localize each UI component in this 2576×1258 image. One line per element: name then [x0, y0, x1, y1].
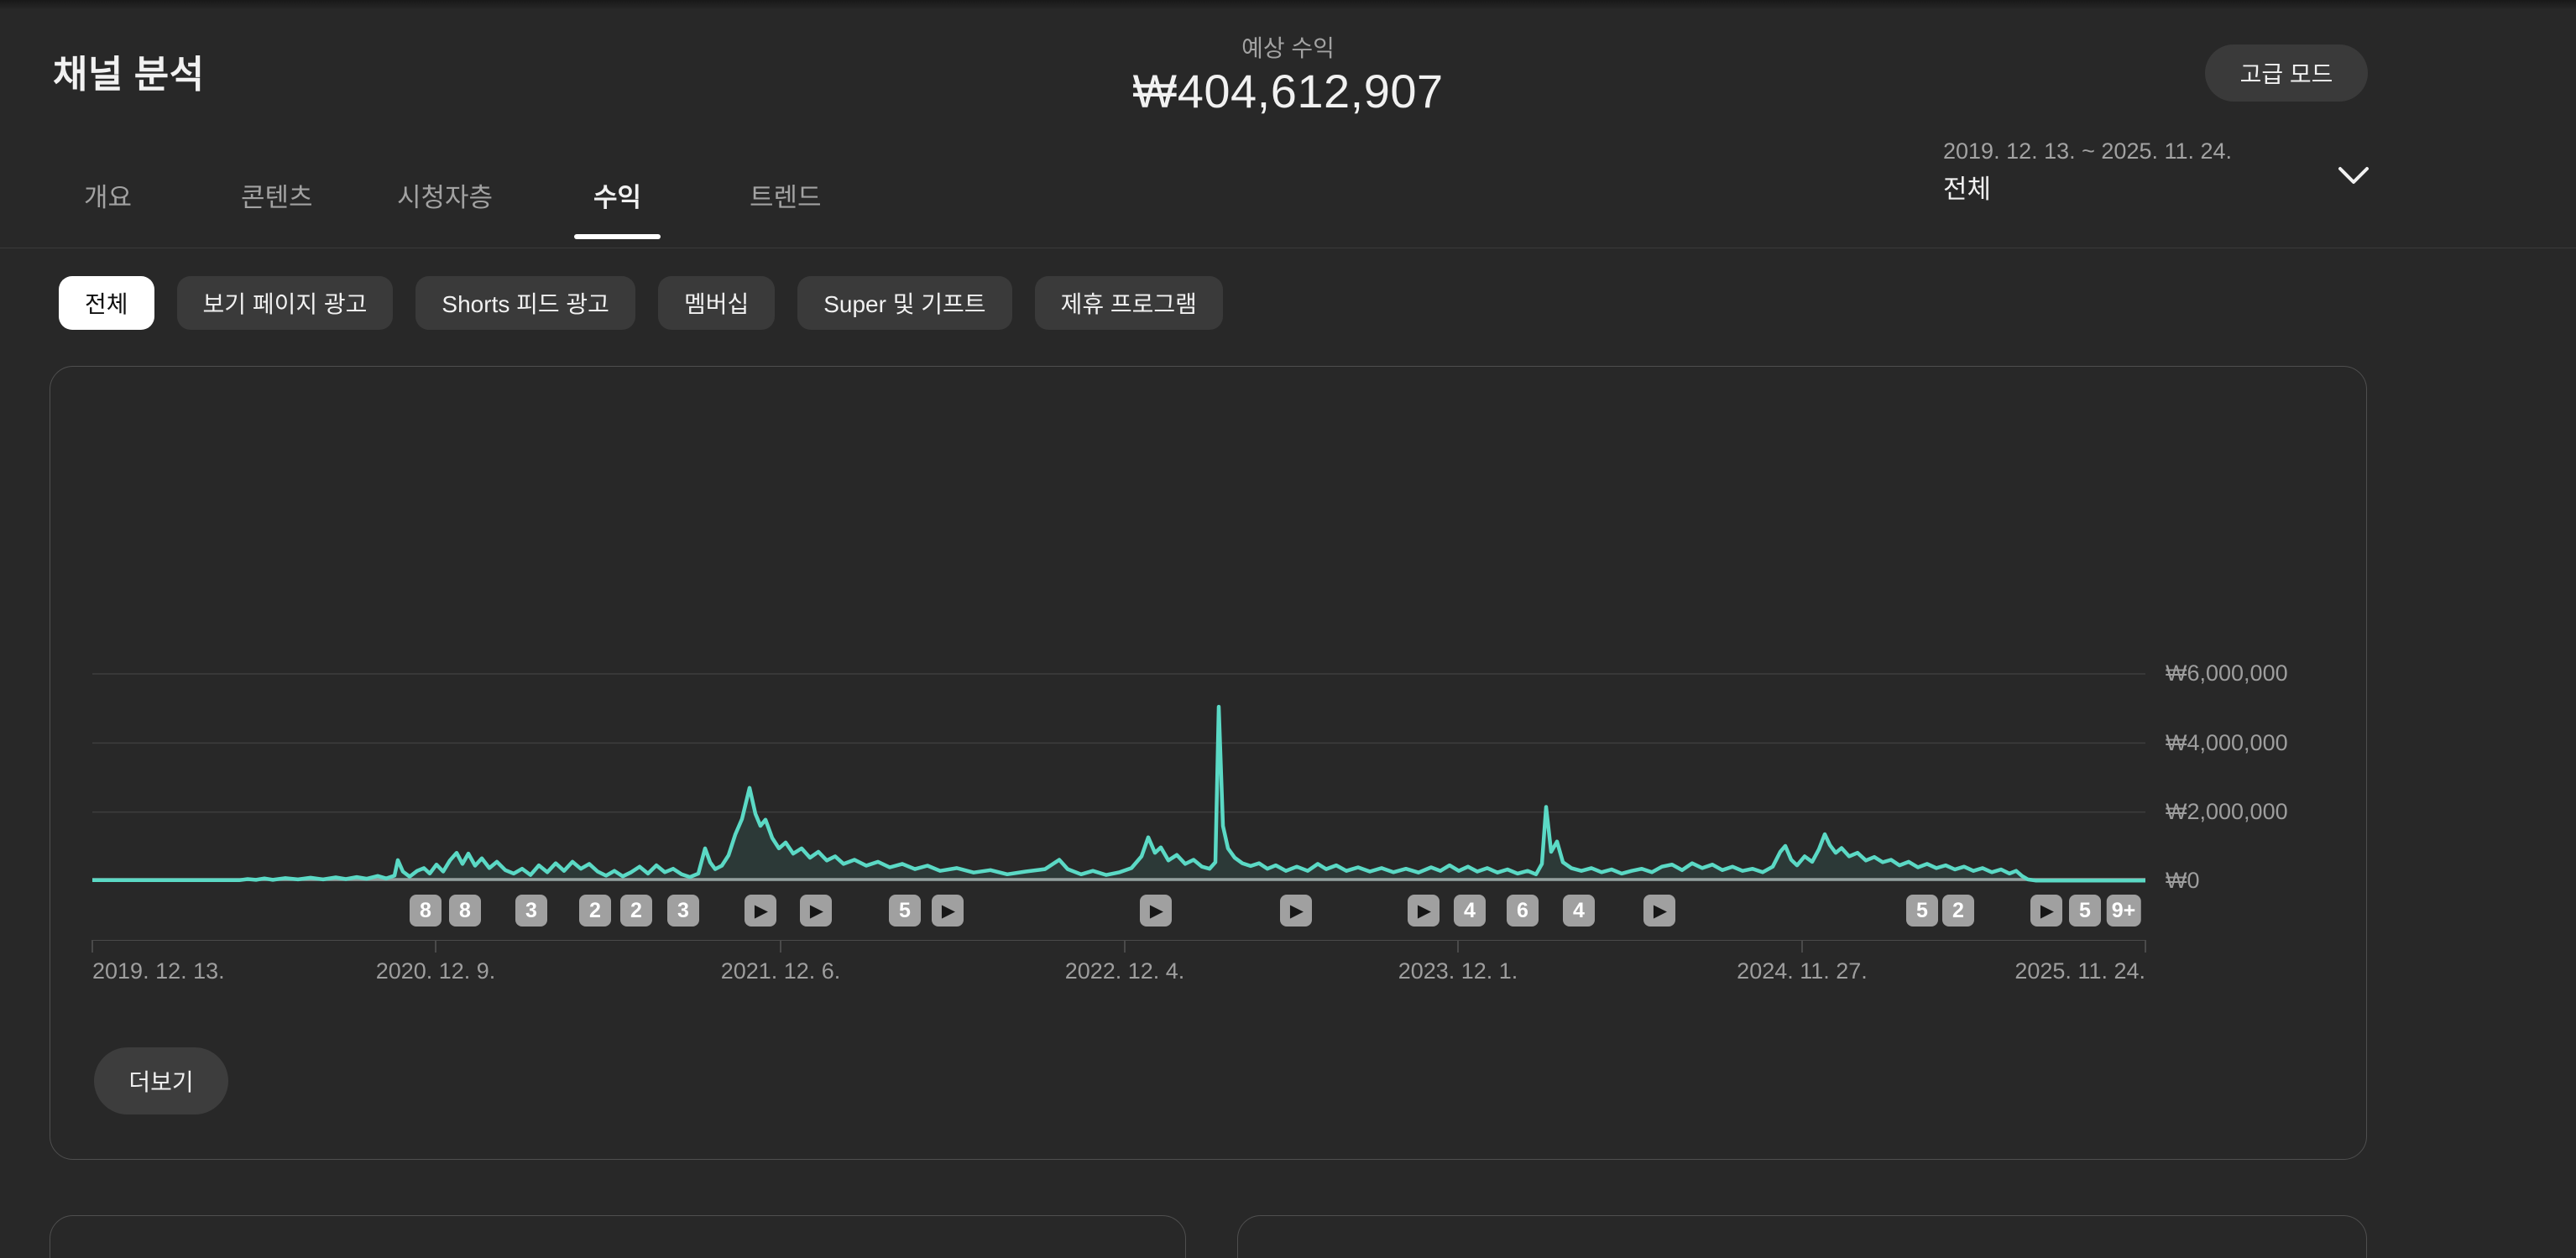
play-icon: ▶: [2040, 900, 2054, 921]
video-marker-count-badge[interactable]: 4: [1454, 895, 1486, 927]
x-axis-label: 2020. 12. 9.: [376, 958, 496, 984]
y-axis-label: ₩4,000,000: [2166, 730, 2288, 756]
x-axis-tick: [91, 940, 93, 953]
play-icon: ▶: [1654, 900, 1667, 921]
metric-value: ₩404,612,907: [0, 64, 2576, 118]
video-marker-count-badge[interactable]: 8: [449, 895, 481, 927]
video-marker-count-badge[interactable]: 2: [579, 895, 611, 927]
x-axis-label: 2019. 12. 13.: [92, 958, 225, 984]
tab-2[interactable]: 시청자층: [397, 176, 493, 214]
tab-0[interactable]: 개요: [84, 176, 132, 214]
x-axis-tick: [2145, 940, 2146, 953]
video-marker-count-badge[interactable]: 8: [410, 895, 442, 927]
revenue-filter-chips: 전체 보기 페이지 광고 Shorts 피드 광고 멤버십 Super 및 기프트 제휴 …: [59, 276, 1223, 330]
video-marker-count-badge[interactable]: 5: [1906, 895, 1938, 927]
tab-4[interactable]: 트렌드: [750, 176, 822, 214]
x-axis-label: 2021. 12. 6.: [721, 958, 841, 984]
video-marker-count-badge[interactable]: 3: [667, 895, 699, 927]
x-axis-label: 2023. 12. 1.: [1398, 958, 1518, 984]
play-icon: ▶: [810, 900, 823, 921]
play-icon: ▶: [1150, 900, 1163, 921]
video-marker-play-badge[interactable]: ▶: [800, 895, 832, 927]
video-marker-play-badge[interactable]: ▶: [2030, 895, 2062, 927]
video-marker-play-badge[interactable]: ▶: [1643, 895, 1675, 927]
video-marker-count-badge[interactable]: 2: [1942, 895, 1974, 927]
top-shadow: [0, 0, 2576, 10]
x-axis-label: 2024. 11. 27.: [1737, 958, 1868, 984]
video-marker-play-badge[interactable]: ▶: [1280, 895, 1312, 927]
next-section-card-right: [1237, 1215, 2367, 1258]
video-marker-count-badge[interactable]: 5: [889, 895, 921, 927]
metric-label: 예상 수익: [0, 30, 2576, 64]
video-marker-count-badge[interactable]: 5: [2069, 895, 2101, 927]
play-icon: ▶: [755, 900, 768, 921]
next-section-card-left: [50, 1215, 1186, 1258]
video-marker-play-badge[interactable]: ▶: [1408, 895, 1440, 927]
tab-1[interactable]: 콘텐츠: [241, 176, 313, 214]
date-preset-value[interactable]: 전체: [1943, 168, 1991, 206]
tab-3[interactable]: 수익: [593, 176, 641, 214]
play-icon: ▶: [1418, 900, 1431, 921]
video-marker-count-badge[interactable]: 4: [1563, 895, 1595, 927]
revenue-line-chart[interactable]: [92, 663, 2145, 888]
play-icon: ▶: [942, 900, 955, 921]
play-icon: ▶: [1290, 900, 1304, 921]
video-marker-play-badge[interactable]: ▶: [1140, 895, 1172, 927]
y-axis-label: ₩2,000,000: [2166, 799, 2288, 825]
video-marker-count-badge[interactable]: 9+: [2107, 895, 2141, 927]
x-axis-line: [92, 940, 2145, 941]
y-axis-label: ₩0: [2166, 868, 2200, 894]
x-axis-tick: [1801, 940, 1803, 953]
see-more-button[interactable]: 더보기: [94, 1047, 228, 1114]
filter-chip-0[interactable]: 전체: [59, 276, 154, 330]
filter-chip-3[interactable]: 멤버십: [658, 276, 775, 330]
x-axis-tick: [435, 940, 436, 953]
video-marker-count-badge[interactable]: 3: [515, 895, 547, 927]
date-range-text: 2019. 12. 13. ~ 2025. 11. 24.: [1943, 138, 2232, 164]
x-axis-label: 2022. 12. 4.: [1065, 958, 1185, 984]
filter-chip-4[interactable]: Super 및 기프트: [797, 276, 1011, 330]
analytics-page: 채널 분석 고급 모드 2019. 12. 13. ~ 2025. 11. 24…: [0, 0, 2576, 1258]
chevron-down-icon[interactable]: [2337, 165, 2370, 187]
y-axis-label: ₩6,000,000: [2166, 660, 2288, 686]
video-marker-play-badge[interactable]: ▶: [932, 895, 964, 927]
video-marker-play-badge[interactable]: ▶: [745, 895, 776, 927]
video-marker-count-badge[interactable]: 6: [1507, 895, 1539, 927]
x-axis-tick: [1457, 940, 1459, 953]
filter-chip-2[interactable]: Shorts 피드 광고: [415, 276, 635, 330]
filter-chip-5[interactable]: 제휴 프로그램: [1035, 276, 1223, 330]
filter-chip-1[interactable]: 보기 페이지 광고: [177, 276, 394, 330]
x-axis-tick: [1124, 940, 1126, 953]
video-marker-count-badge[interactable]: 2: [620, 895, 652, 927]
x-axis-label: 2025. 11. 24.: [2014, 958, 2145, 984]
x-axis-tick: [780, 940, 781, 953]
